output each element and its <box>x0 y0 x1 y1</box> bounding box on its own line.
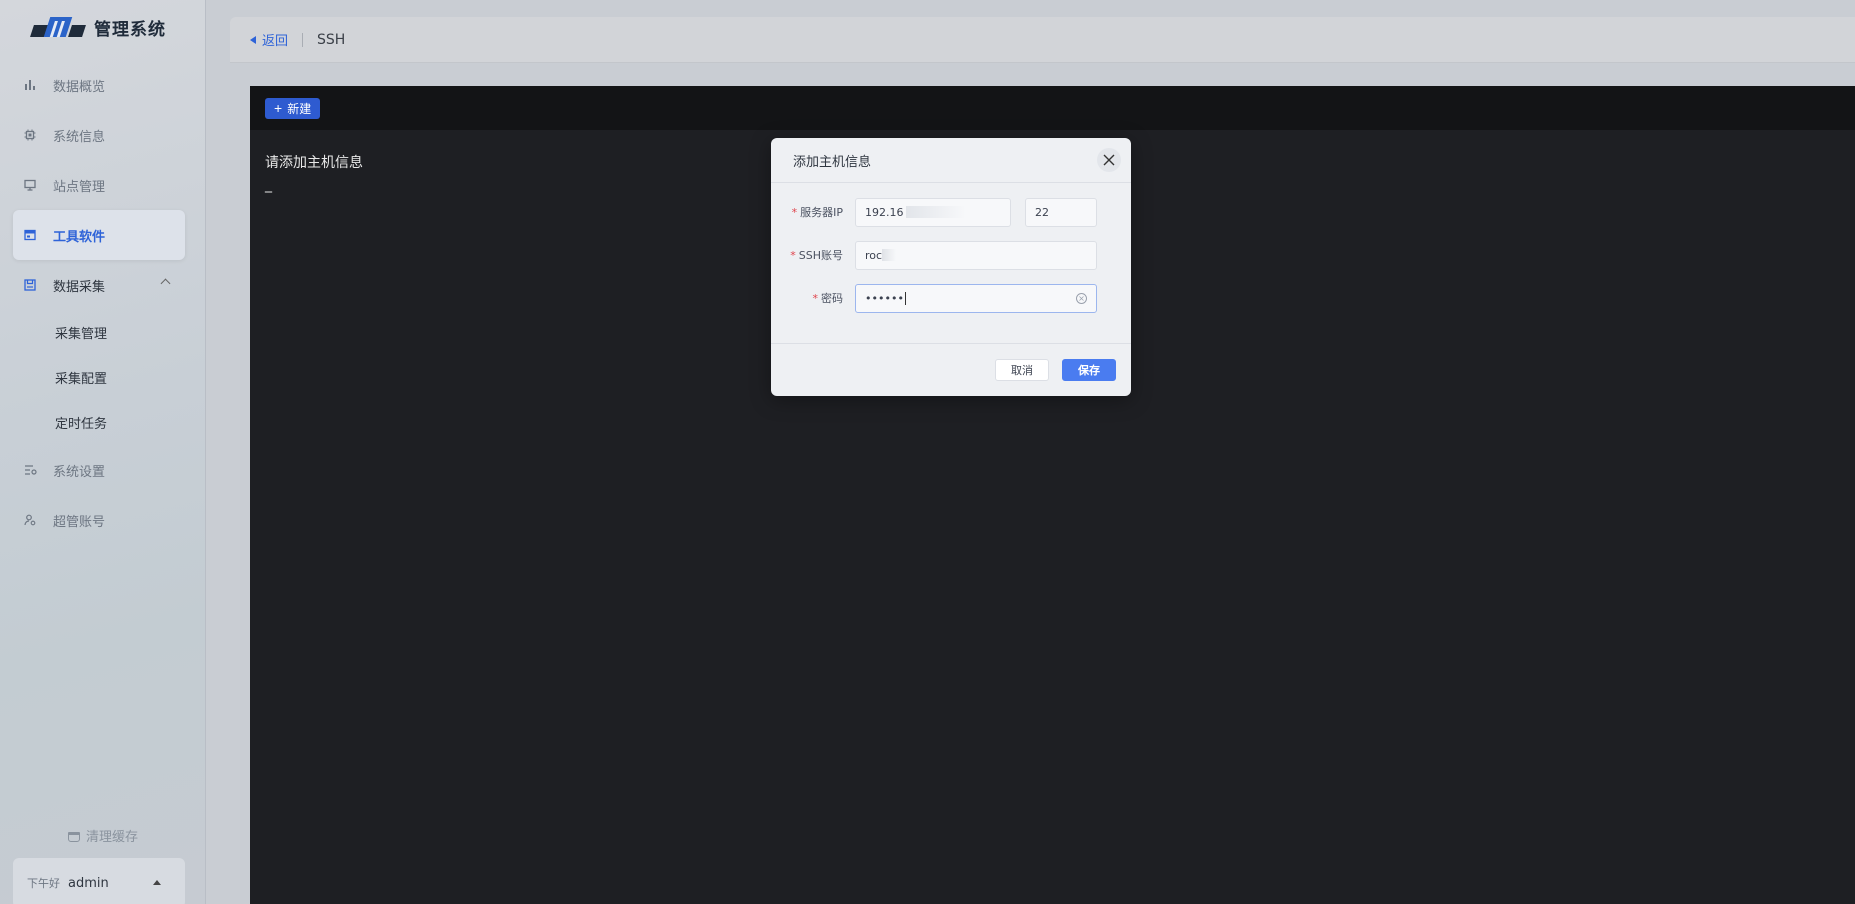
text-caret <box>904 291 906 305</box>
server-ip-row: * 服务器IP 192.16 22 <box>771 197 1131 227</box>
save-icon <box>23 278 37 292</box>
save-button[interactable]: 保存 <box>1062 359 1116 381</box>
caret-up-icon <box>153 880 161 885</box>
sidebar-menu: 数据概览 系统信息 站点管理 工具软件 数据采集 采集管理 采集配置 定时任务 … <box>13 60 185 545</box>
sidebar-item-label: 数据采集 <box>53 279 106 295</box>
password-label: * 密码 <box>812 292 844 305</box>
ssh-account-row: * SSH账号 roc <box>771 240 1131 270</box>
redacted-blur <box>882 249 897 261</box>
ssh-account-value: roc <box>865 248 883 262</box>
sidebar-item-site-management[interactable]: 站点管理 <box>13 160 185 210</box>
sidebar-subitem-collection-config[interactable]: 采集配置 <box>13 355 185 400</box>
clear-cache-button[interactable]: 清理缓存 <box>0 826 206 845</box>
terminal-toolbar: + 新建 <box>250 86 1855 130</box>
back-arrow-icon <box>250 35 256 44</box>
sidebar-item-data-collection[interactable]: 数据采集 <box>13 260 185 310</box>
close-icon[interactable] <box>1097 148 1121 172</box>
server-ip-label: * 服务器IP <box>791 206 843 219</box>
user-greeting: 下午好 <box>27 877 60 890</box>
sidebar-item-label: 系统信息 <box>53 129 106 145</box>
clear-cache-label: 清理缓存 <box>85 830 138 845</box>
sidebar-item-label: 系统设置 <box>53 464 106 480</box>
sidebar: 管理系统 数据概览 系统信息 站点管理 工具软件 数据采集 采集管理 采集配置 … <box>0 0 206 904</box>
ssh-account-input[interactable]: roc <box>855 240 1097 270</box>
dialog-footer: 取消 保存 <box>771 343 1131 396</box>
trash-icon <box>67 832 80 842</box>
page-title: SSH <box>317 31 346 48</box>
sidebar-item-admin-account[interactable]: 超管账号 <box>13 495 185 545</box>
user-name: admin <box>68 875 109 891</box>
ssh-account-label: * SSH账号 <box>790 249 843 262</box>
sidebar-item-system-info[interactable]: 系统信息 <box>13 110 185 160</box>
app-title: 管理系统 <box>94 19 166 40</box>
add-host-dialog: 添加主机信息 * 服务器IP 192.16 22 * SSH账号 roc * 密码 •… <box>771 138 1131 396</box>
settings-list-icon <box>23 463 37 477</box>
cms-logo-icon <box>30 17 86 37</box>
back-label: 返回 <box>262 34 289 49</box>
window-icon <box>23 228 37 242</box>
new-host-button[interactable]: + 新建 <box>265 97 321 119</box>
clear-input-icon[interactable]: × <box>1076 292 1087 304</box>
dialog-form: * 服务器IP 192.16 22 * SSH账号 roc * 密码 •••••• × <box>771 183 1131 313</box>
user-menu[interactable]: 下午好 admin <box>13 858 185 904</box>
dialog-title: 添加主机信息 <box>793 154 872 170</box>
page-header: 返回 SSH <box>230 17 1855 63</box>
port-value: 22 <box>1035 205 1049 219</box>
cancel-button[interactable]: 取消 <box>995 359 1049 381</box>
new-host-label: 新建 <box>287 101 312 116</box>
sidebar-item-tools[interactable]: 工具软件 <box>13 210 185 260</box>
port-input[interactable]: 22 <box>1025 197 1097 227</box>
divider <box>302 32 304 47</box>
sidebar-item-label: 数据概览 <box>53 79 106 95</box>
sidebar-item-label: 站点管理 <box>53 179 106 195</box>
server-ip-input[interactable]: 192.16 <box>855 197 1011 227</box>
redacted-blur <box>905 206 966 218</box>
required-mark: * <box>812 292 819 305</box>
required-mark: * <box>790 249 796 262</box>
chip-icon <box>23 128 37 142</box>
bar-chart-icon <box>23 78 37 92</box>
monitor-icon <box>23 178 37 192</box>
dialog-header: 添加主机信息 <box>771 138 1131 183</box>
chevron-up-icon <box>160 278 171 289</box>
required-mark: * <box>791 206 798 219</box>
sidebar-subitem-collection-management[interactable]: 采集管理 <box>13 310 185 355</box>
user-gear-icon <box>23 513 37 527</box>
sidebar-subitem-scheduled-tasks[interactable]: 定时任务 <box>13 400 185 445</box>
sidebar-item-system-settings[interactable]: 系统设置 <box>13 445 185 495</box>
back-link[interactable]: 返回 <box>250 30 288 49</box>
sidebar-item-label: 工具软件 <box>53 229 106 245</box>
plus-icon: + <box>274 100 283 116</box>
password-value: •••••• <box>865 291 904 305</box>
sidebar-item-label: 超管账号 <box>53 514 106 530</box>
password-row: * 密码 •••••• × <box>771 283 1131 313</box>
password-input[interactable]: •••••• × <box>855 283 1097 313</box>
sidebar-item-overview[interactable]: 数据概览 <box>13 60 185 110</box>
app-logo[interactable]: 管理系统 <box>30 14 166 40</box>
server-ip-value: 192.16 <box>865 205 904 219</box>
